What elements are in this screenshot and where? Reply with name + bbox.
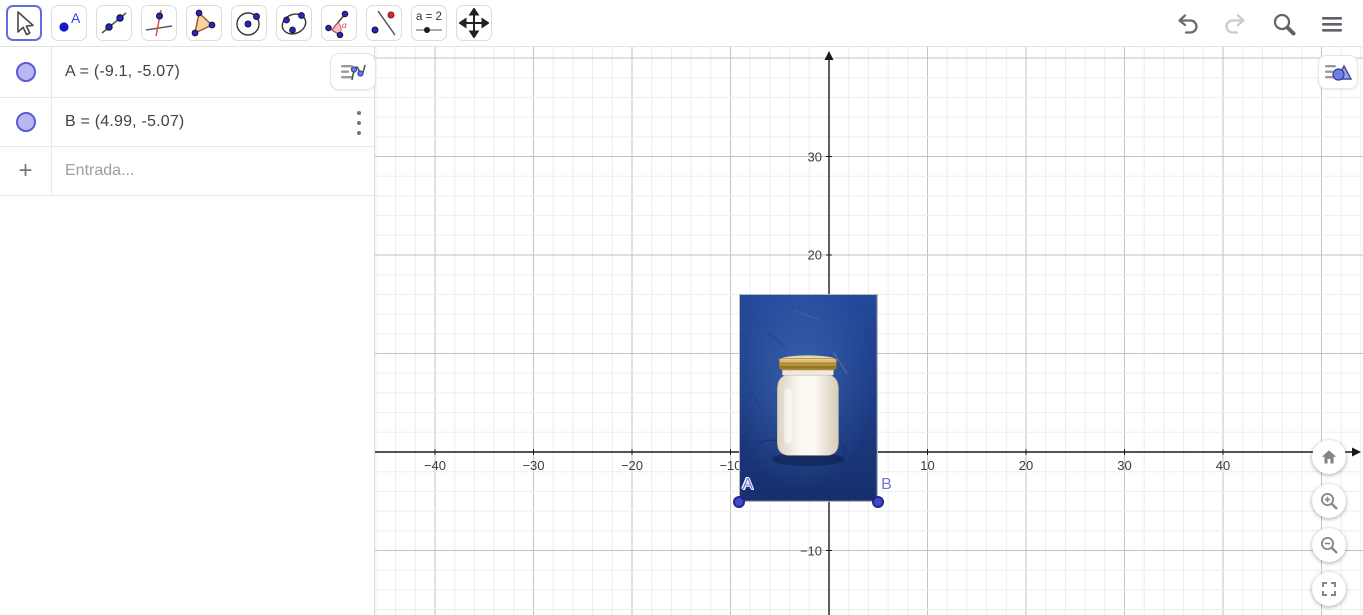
svg-text:α: α <box>342 20 347 30</box>
search-button[interactable] <box>1270 10 1297 37</box>
graphics-stylebar-button[interactable] <box>1318 55 1358 89</box>
toolbar-actions <box>1174 0 1345 47</box>
fullscreen-button[interactable] <box>1312 572 1346 606</box>
x-tick-label: 30 <box>1117 458 1132 473</box>
tool-perpendicular-line-button[interactable] <box>141 5 177 41</box>
x-tick-label: 40 <box>1215 458 1231 473</box>
add-cell: + <box>0 147 52 195</box>
cursor-icon <box>17 11 34 36</box>
y-tick-label: 20 <box>807 247 822 263</box>
move-graphics-view-icon <box>459 8 489 38</box>
row-options-button[interactable] <box>350 111 368 135</box>
visibility-cell <box>0 98 52 146</box>
home-icon <box>1321 450 1337 464</box>
polygon-icon <box>191 9 216 37</box>
algebra-row-A[interactable]: A = (-9.1, -5.07) <box>0 47 374 98</box>
svg-text:A: A <box>71 10 81 26</box>
jar-photo <box>740 295 878 501</box>
reflect-about-line-icon <box>371 10 396 36</box>
graphics-view[interactable]: −40 −30 −20 −10 10 20 30 40 30 20 −10 A … <box>375 47 1363 615</box>
circle-with-center-icon <box>236 12 260 36</box>
point-label-B: B <box>881 475 892 493</box>
tool-point-button[interactable]: A <box>51 5 87 41</box>
algebra-row-B[interactable]: B = (4.99, -5.07) <box>0 98 374 147</box>
algebra-input[interactable] <box>52 162 342 180</box>
visibility-toggle-A[interactable] <box>15 62 36 82</box>
point-icon: A <box>59 10 81 32</box>
slider-icon-label: a = 2 <box>416 11 442 23</box>
conic-through-points-icon <box>281 12 307 35</box>
zoom-out-button[interactable] <box>1312 528 1346 562</box>
tool-circle-with-center-button[interactable] <box>231 5 267 41</box>
visibility-toggle-B[interactable] <box>15 112 36 132</box>
tool-slider-button[interactable]: a = 2 <box>411 5 447 41</box>
zoom-out-icon <box>1321 537 1338 554</box>
menu-icon <box>1321 16 1342 32</box>
home-button[interactable] <box>1312 440 1346 474</box>
x-tick-label: −20 <box>620 458 644 473</box>
tool-buttons: A α a = 2 <box>0 5 492 41</box>
undo-icon <box>1178 14 1198 34</box>
redo-button[interactable] <box>1222 10 1249 37</box>
zoom-in-icon <box>1321 493 1338 510</box>
algebra-panel: A = (-9.1, -5.07) B = (4.99, -5.07) + <box>0 47 376 615</box>
tool-conic-through-points-button[interactable] <box>276 5 312 41</box>
perpendicular-line-icon <box>145 9 173 37</box>
x-tick-label: −30 <box>522 458 545 473</box>
tool-line-button[interactable] <box>96 5 132 41</box>
line-icon <box>101 12 127 34</box>
tool-polygon-button[interactable] <box>186 5 222 41</box>
definition-B: B = (4.99, -5.07) <box>65 113 185 130</box>
y-tick-label: −10 <box>799 543 822 558</box>
x-tick-label: 20 <box>1018 458 1034 473</box>
tool-move-button[interactable] <box>6 5 42 41</box>
embedded-image-jar[interactable] <box>739 294 879 502</box>
x-tick-label: 10 <box>920 458 935 473</box>
redo-icon <box>1225 14 1245 34</box>
y-tick-label: 30 <box>807 149 822 164</box>
fullscreen-icon <box>1322 582 1336 596</box>
algebra-stylebar-icon <box>341 64 366 80</box>
menu-button[interactable] <box>1318 10 1345 37</box>
tool-move-graphics-view-button[interactable] <box>456 5 492 41</box>
x-tick-label: −40 <box>423 458 447 473</box>
angle-icon: α <box>325 10 349 38</box>
tool-reflect-about-line-button[interactable] <box>366 5 402 41</box>
undo-button[interactable] <box>1174 10 1201 37</box>
search-icon <box>1273 13 1295 35</box>
plus-icon[interactable]: + <box>18 159 32 183</box>
definition-A: A = (-9.1, -5.07) <box>65 63 181 80</box>
zoom-in-button[interactable] <box>1312 484 1346 518</box>
x-tick-label: −10 <box>719 458 742 473</box>
top-toolbar: A α a = 2 <box>0 0 1363 47</box>
point-label-A: A <box>742 475 754 493</box>
slider-icon: a = 2 <box>416 11 442 33</box>
point-B[interactable] <box>872 495 885 508</box>
algebra-stylebar-button[interactable] <box>330 53 376 90</box>
graphics-stylebar-icon <box>1325 64 1353 81</box>
tool-angle-button[interactable]: α <box>321 5 357 41</box>
algebra-input-row[interactable]: + <box>0 147 374 196</box>
visibility-cell <box>0 47 52 97</box>
